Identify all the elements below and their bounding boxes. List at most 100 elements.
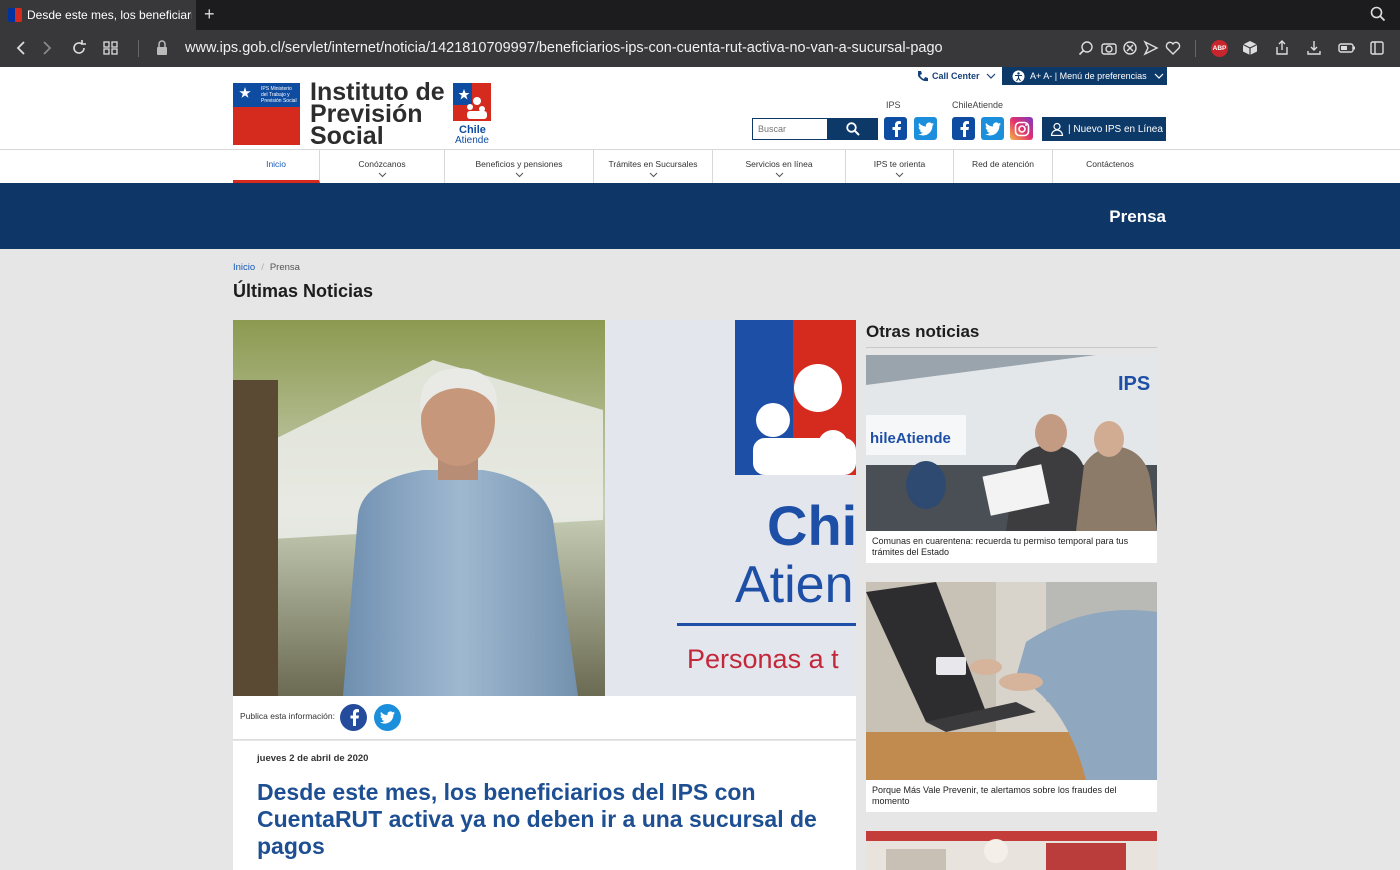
nav-item-label: Servicios en línea xyxy=(745,159,813,169)
section-banner: Prensa xyxy=(0,183,1400,249)
camera-icon[interactable] xyxy=(1101,40,1117,61)
chevron-down-icon xyxy=(515,172,523,178)
hero-sign-text-2: Atien xyxy=(735,556,854,614)
menu-icon[interactable] xyxy=(1370,40,1384,61)
browser-tab-bar: Desde este mes, los beneficiarios + xyxy=(0,0,1400,30)
phone-icon xyxy=(918,70,928,81)
breadcrumb-current: Prensa xyxy=(269,262,300,273)
logo-line-3: Social xyxy=(310,122,384,150)
chevron-down-icon xyxy=(895,172,904,178)
nav-item-red-de-atencion[interactable]: Red de atención xyxy=(954,150,1053,183)
chevron-down-icon xyxy=(775,172,783,178)
card-sign-text: hileAtiende xyxy=(870,430,951,447)
ips-logo[interactable]: IPS Ministerio del Trabajo y Previsión S… xyxy=(233,83,300,145)
hero-sign-text-3: Personas a t xyxy=(687,644,839,674)
nav-item-tramites[interactable]: Trámites en Sucursales xyxy=(594,150,713,183)
sidebar-divider xyxy=(866,347,1157,348)
atiende-text: Atiende xyxy=(455,135,489,146)
site-header: IPS Ministerio del Trabajo y Previsión S… xyxy=(0,67,1400,149)
breadcrumb-separator: / xyxy=(261,262,264,273)
search-button[interactable] xyxy=(827,118,878,140)
new-tab-button[interactable]: + xyxy=(204,4,215,24)
nav-item-beneficios[interactable]: Beneficios y pensiones xyxy=(445,150,594,183)
tab-title: Desde este mes, los beneficiarios xyxy=(27,8,192,22)
block-icon[interactable] xyxy=(1122,40,1138,61)
chileatiende-logo[interactable]: Chile Atiende xyxy=(453,83,493,147)
chileatiende-facebook-icon[interactable] xyxy=(952,117,975,140)
search-icon xyxy=(845,122,860,136)
preferences-label: A+ A- | Menú de preferencias xyxy=(1030,71,1147,81)
breadcrumb: Inicio / Prensa xyxy=(233,262,300,273)
search-tabs-icon[interactable] xyxy=(1370,6,1386,27)
nav-item-label: Conózcanos xyxy=(358,159,406,169)
ips-logo-text[interactable]: Instituto de Previsión Social xyxy=(310,80,445,150)
adblock-icon[interactable]: ABP xyxy=(1211,40,1228,57)
share-icon[interactable] xyxy=(1274,40,1290,61)
news-card-image[interactable]: hileAtiende IPS xyxy=(866,355,1157,531)
share-bar: Publica esta información: xyxy=(233,696,856,740)
main-nav: Inicio Conózcanos Beneficios y pensiones… xyxy=(0,149,1400,183)
tab-grid-icon[interactable] xyxy=(103,39,119,62)
chileatiende-social-label: ChileAtiende xyxy=(952,100,1004,110)
accessibility-icon xyxy=(1012,70,1025,82)
nav-item-label: Trámites en Sucursales xyxy=(608,159,698,169)
heart-icon[interactable] xyxy=(1165,40,1181,61)
nav-item-conozcanos[interactable]: Conózcanos xyxy=(320,150,445,183)
nuevo-ips-en-linea-button[interactable]: | Nuevo IPS en Línea xyxy=(1042,117,1166,141)
browser-tab[interactable]: Desde este mes, los beneficiarios xyxy=(0,0,196,30)
news-card-caption[interactable]: Porque Más Vale Prevenir, te alertamos s… xyxy=(866,780,1157,812)
hero-sign-text-1: Chi xyxy=(767,494,856,557)
user-icon xyxy=(1050,122,1064,136)
nav-item-contactenos[interactable]: Contáctenos xyxy=(1053,150,1167,183)
nav-item-servicios[interactable]: Servicios en línea xyxy=(713,150,846,183)
nav-item-label: Inicio xyxy=(266,159,286,169)
send-icon[interactable] xyxy=(1143,40,1159,61)
favicon-icon xyxy=(8,8,22,22)
news-card[interactable]: hileAtiende IPS Comunas en cuarentena: r… xyxy=(866,355,1157,563)
nav-item-label: Beneficios y pensiones xyxy=(475,159,563,169)
toolbar-divider xyxy=(138,40,139,57)
nuevo-ips-label: | Nuevo IPS en Línea xyxy=(1068,123,1163,135)
download-icon[interactable] xyxy=(1306,40,1322,61)
extension-cube-icon[interactable] xyxy=(1242,40,1258,61)
news-card-image[interactable] xyxy=(866,831,1157,870)
nav-item-label: Red de atención xyxy=(972,159,1034,169)
call-center-label: Call Center xyxy=(932,70,980,81)
battery-icon[interactable] xyxy=(1338,40,1356,61)
chevron-down-icon xyxy=(649,172,657,178)
page-title: Últimas Noticias xyxy=(233,281,374,301)
reload-icon[interactable] xyxy=(70,39,88,62)
chileatiende-twitter-icon[interactable] xyxy=(981,117,1004,140)
ips-twitter-icon[interactable] xyxy=(914,117,937,140)
call-center-link[interactable]: Call Center xyxy=(916,67,996,84)
nav-item-label: Contáctenos xyxy=(1086,159,1134,169)
search-input[interactable] xyxy=(752,118,828,140)
back-icon[interactable] xyxy=(14,39,28,62)
breadcrumb-home-link[interactable]: Inicio xyxy=(233,262,255,273)
nav-item-label: IPS te orienta xyxy=(873,159,926,169)
ips-facebook-icon[interactable] xyxy=(884,117,907,140)
section-title: Prensa xyxy=(1109,207,1166,226)
article-title: Desde este mes, los beneficiarios del IP… xyxy=(257,779,817,859)
card-sign-text-ips: IPS xyxy=(1118,373,1150,395)
zoom-icon[interactable] xyxy=(1078,40,1094,61)
chevron-down-icon xyxy=(986,73,995,79)
url-text[interactable]: www.ips.gob.cl/servlet/internet/noticia/… xyxy=(185,40,943,56)
lock-icon[interactable] xyxy=(156,39,168,62)
chileatiende-instagram-icon[interactable] xyxy=(1010,117,1033,140)
share-twitter-icon[interactable] xyxy=(374,704,401,731)
news-card-image[interactable] xyxy=(866,582,1157,780)
news-card[interactable]: Porque Más Vale Prevenir, te alertamos s… xyxy=(866,582,1157,812)
news-card[interactable] xyxy=(866,831,1157,870)
preferences-menu-button[interactable]: A+ A- | Menú de preferencias xyxy=(1002,67,1167,85)
article-date: jueves 2 de abril de 2020 xyxy=(257,753,369,764)
news-card-caption[interactable]: Comunas en cuarentena: recuerda tu permi… xyxy=(866,531,1157,563)
people-icon xyxy=(458,89,487,119)
article: jueves 2 de abril de 2020 Desde este mes… xyxy=(233,741,856,870)
chevron-down-icon xyxy=(1154,73,1164,79)
forward-icon[interactable] xyxy=(40,39,54,62)
nav-item-ips-te-orienta[interactable]: IPS te orienta xyxy=(846,150,954,183)
sidebar-title: Otras noticias xyxy=(866,322,980,341)
share-facebook-icon[interactable] xyxy=(340,704,367,731)
nav-item-inicio[interactable]: Inicio xyxy=(233,150,320,183)
